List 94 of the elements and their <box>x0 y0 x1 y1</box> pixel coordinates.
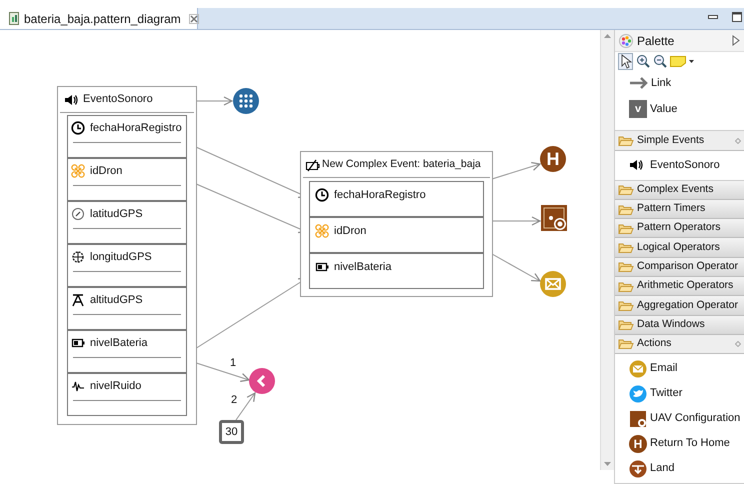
minimize-icon[interactable] <box>708 14 718 20</box>
connector-arrow <box>196 96 233 106</box>
attribute-row[interactable]: longitudGPS <box>68 244 186 287</box>
attribute-name: altitudGPS <box>90 292 143 308</box>
event-name: New Complex Event: bateria_baja <box>322 156 481 172</box>
home-action-node[interactable]: H <box>540 146 566 172</box>
palette-entry[interactable]: Land <box>615 456 744 482</box>
palette-tool[interactable]: Link <box>615 70 744 96</box>
palette-drawer[interactable]: Actions <box>615 334 744 354</box>
dropdown-caret-icon[interactable] <box>689 60 694 63</box>
value-node[interactable]: 30 <box>219 420 244 444</box>
attribute-name: nivelBateria <box>334 260 392 275</box>
folder-icon <box>618 318 634 332</box>
home-icon: H <box>629 434 647 453</box>
close-icon[interactable] <box>188 14 199 24</box>
palette-entry[interactable]: UAV Configuration <box>615 406 744 432</box>
attribute-name: latitudGPS <box>90 206 143 222</box>
palette-drawer[interactable]: Pattern Timers <box>615 200 744 220</box>
editor-tab[interactable]: bateria_baja.pattern_diagram <box>0 8 198 29</box>
attribute-name: nivelBateria <box>90 336 148 351</box>
speaker-icon <box>64 92 79 106</box>
pointer-icon[interactable] <box>618 52 633 70</box>
palette-entry[interactable]: H Return To Home <box>615 431 744 456</box>
event-node[interactable]: EventoSonoro fechaHoraRegistro idDron latitudGPS longitudGPS altitudGPS nivelBateria nivelRuido <box>57 86 197 425</box>
value-icon: v <box>629 100 647 118</box>
connector-arrow <box>236 392 256 420</box>
attribute-row[interactable]: fechaHoraRegistro <box>310 181 483 217</box>
battery-icon <box>305 158 320 172</box>
keypad-icon[interactable] <box>233 88 259 114</box>
connector-arrow <box>492 254 541 282</box>
landing-icon <box>629 460 647 478</box>
attribute-name: idDron <box>334 224 366 239</box>
drone-icon <box>71 164 85 178</box>
connector-arrow <box>492 216 541 226</box>
attribute-name: idDron <box>90 164 122 179</box>
bird-icon <box>629 384 647 403</box>
compass-icon <box>71 207 85 221</box>
attribute-row[interactable]: nivelBateria <box>68 330 186 373</box>
attribute-name: longitudGPS <box>90 250 152 265</box>
folder-icon <box>618 202 634 216</box>
attribute-row[interactable]: idDron <box>68 158 186 201</box>
folder-icon <box>618 183 634 196</box>
waveform-icon <box>71 379 85 393</box>
battery-icon <box>71 336 85 350</box>
altitude-icon <box>71 293 85 307</box>
palette-entry[interactable]: Twitter <box>615 381 744 406</box>
palette-drawer[interactable]: Comparison Operator <box>615 258 744 277</box>
attribute-row[interactable]: latitudGPS <box>68 201 186 244</box>
folder-icon <box>618 280 634 293</box>
folder-icon <box>618 222 634 235</box>
attribute-row[interactable]: nivelRuido <box>68 373 186 416</box>
folder-icon <box>618 260 634 274</box>
arrow-icon <box>629 75 648 92</box>
palette-drawer[interactable]: Complex Events <box>615 180 744 200</box>
tab-title: bateria_baja.pattern_diagram <box>24 10 181 28</box>
drone-icon <box>315 224 329 238</box>
folder-icon <box>618 241 634 254</box>
battery-icon <box>315 260 329 274</box>
attribute-name: fechaHoraRegistro <box>334 188 426 203</box>
attribute-name: nivelRuido <box>90 378 142 394</box>
palette-tool[interactable]: v Value <box>615 96 744 122</box>
maximize-icon[interactable] <box>732 12 742 22</box>
palette-drawer[interactable]: Aggregation Operator <box>615 296 744 316</box>
envelope-icon <box>629 360 647 378</box>
palette-entry[interactable]: Email <box>615 356 744 382</box>
speaker-icon <box>629 158 644 172</box>
attribute-row[interactable]: altitudGPS <box>68 287 186 330</box>
palette-drawer[interactable]: Simple Events <box>615 131 744 151</box>
folder-icon <box>618 337 634 350</box>
palette-icon <box>619 34 633 48</box>
event-name: EventoSonoro <box>83 92 153 108</box>
folder-icon <box>618 134 634 148</box>
connection-label: 1 <box>230 356 236 371</box>
zoom-out-icon[interactable] <box>653 54 667 68</box>
connector-arrow <box>492 162 541 180</box>
palette-drawer[interactable]: Pattern Operators <box>615 219 744 238</box>
folder-icon <box>618 298 634 312</box>
connection-label: 2 <box>231 393 238 408</box>
chevron-left-icon[interactable] <box>249 368 275 394</box>
attribute-row[interactable]: fechaHoraRegistro <box>68 115 186 158</box>
attribute-name: fechaHoraRegistro <box>90 120 182 136</box>
attribute-row[interactable]: idDron <box>310 217 483 253</box>
palette-drawer[interactable]: Logical Operators <box>615 238 744 258</box>
collapse-icon[interactable] <box>732 35 740 46</box>
event-node[interactable]: New Complex Event: bateria_baja fechaHoraRegistro idDron nivelBateria <box>300 151 493 297</box>
clock-icon <box>71 121 85 135</box>
file-icon <box>8 11 20 26</box>
palette-drawer[interactable]: Data Windows <box>615 316 744 335</box>
globe-icon <box>71 250 85 264</box>
attribute-row[interactable]: nivelBateria <box>310 253 483 289</box>
zoom-in-icon[interactable] <box>636 54 650 68</box>
palette-drawer[interactable]: Arithmetic Operators <box>615 277 744 296</box>
palette-title: Palette <box>637 32 676 50</box>
clock-icon <box>315 188 329 202</box>
